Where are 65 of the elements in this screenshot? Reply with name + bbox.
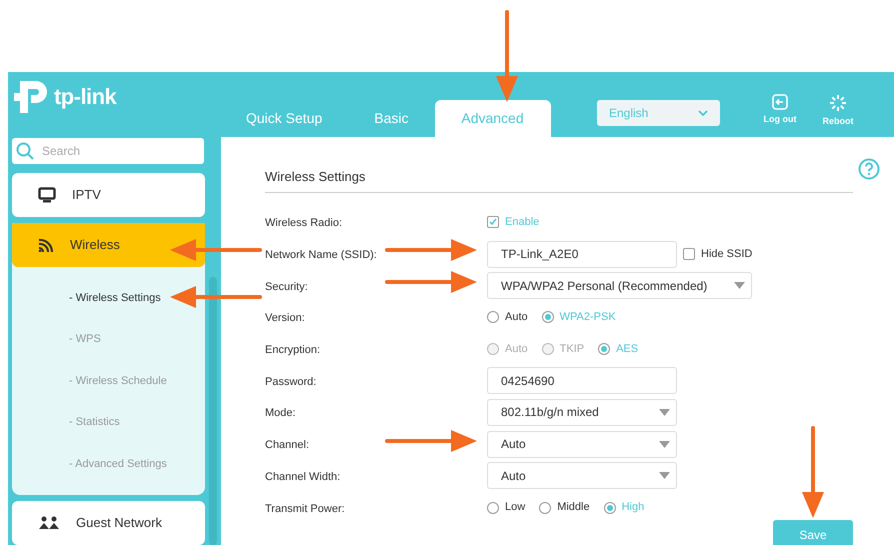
caret-icon bbox=[734, 282, 745, 290]
sidebar-item[interactable]: IPTV bbox=[12, 173, 205, 217]
sidebar-item[interactable]: Wireless bbox=[12, 223, 205, 267]
radio-label: TKIP bbox=[560, 342, 584, 357]
field-label: Encryption: bbox=[265, 344, 320, 356]
submenu-item[interactable]: - Wireless Schedule bbox=[12, 360, 205, 402]
field-label: Wireless Radio: bbox=[265, 217, 342, 230]
field-label: Password: bbox=[265, 376, 316, 388]
radio-label: Middle bbox=[557, 500, 590, 516]
radio-button[interactable] bbox=[604, 502, 616, 514]
dropdown[interactable]: 802.11b/g/n mixed bbox=[487, 398, 677, 426]
submenu-item[interactable]: - Wireless Settings bbox=[12, 277, 205, 319]
field-label: Transmit Power: bbox=[265, 502, 345, 515]
section-title: Wireless Settings bbox=[265, 167, 853, 192]
radio-button[interactable] bbox=[542, 311, 554, 324]
radio-label: High bbox=[622, 500, 644, 516]
people-icon bbox=[38, 516, 60, 530]
dropdown[interactable]: WPA/WPA2 Personal (Recommended) bbox=[487, 272, 752, 300]
radio-label: AES bbox=[616, 342, 638, 357]
wifi-icon bbox=[38, 238, 54, 252]
radio-label: WPA2-PSK bbox=[560, 310, 616, 326]
monitor-icon bbox=[38, 187, 56, 203]
save-button[interactable]: Save bbox=[773, 520, 853, 545]
sidebar-item[interactable]: Guest Network bbox=[12, 500, 205, 545]
nav-tab[interactable]: Advanced bbox=[434, 100, 550, 137]
radio-button[interactable] bbox=[487, 311, 499, 324]
help-icon[interactable] bbox=[858, 158, 880, 180]
nav-tab[interactable]: Basic bbox=[348, 100, 434, 137]
submenu-item[interactable]: - Advanced Settings bbox=[12, 443, 205, 485]
logout-button[interactable]: Log out bbox=[760, 94, 800, 128]
logout-icon bbox=[772, 94, 788, 110]
nav-tab[interactable]: Quick Setup bbox=[220, 100, 348, 137]
radio-label: Auto bbox=[505, 310, 528, 326]
submenu-item[interactable]: - WPS bbox=[12, 318, 205, 360]
radio-label: Low bbox=[505, 500, 526, 516]
dropdown[interactable]: Auto bbox=[487, 462, 677, 490]
field-label: Mode: bbox=[265, 407, 296, 420]
caret-icon bbox=[659, 472, 670, 480]
field-label: Channel Width: bbox=[265, 470, 340, 483]
checkbox[interactable] bbox=[683, 248, 695, 260]
search-field[interactable]: Search bbox=[12, 138, 204, 164]
text-field[interactable]: 04254690 bbox=[487, 367, 677, 394]
checkbox[interactable] bbox=[487, 216, 499, 228]
reboot-button[interactable]: Reboot bbox=[818, 94, 858, 128]
language-dropdown[interactable]: English bbox=[597, 100, 720, 126]
submenu-item[interactable]: - Statistics bbox=[12, 402, 205, 444]
checkbox-label: Enable bbox=[505, 215, 540, 230]
caret-icon bbox=[659, 408, 670, 416]
search-icon bbox=[16, 142, 34, 160]
field-label: Version: bbox=[265, 312, 305, 324]
field-label: Network Name (SSID): bbox=[265, 249, 377, 262]
spinner-icon bbox=[829, 94, 847, 112]
chevron-icon bbox=[698, 110, 708, 116]
radio-button[interactable] bbox=[598, 343, 610, 356]
field-label: Security: bbox=[265, 280, 308, 293]
radio-label: Auto bbox=[505, 342, 528, 357]
logo-icon bbox=[14, 78, 50, 116]
logo-text: tp-link bbox=[54, 86, 116, 108]
dropdown[interactable]: Auto bbox=[487, 430, 677, 458]
checkbox-label: Hide SSID bbox=[701, 246, 752, 262]
radio-button[interactable] bbox=[539, 502, 552, 514]
field-label: Channel: bbox=[265, 439, 310, 452]
radio-button[interactable] bbox=[487, 502, 499, 514]
text-field[interactable]: TP-Link_A2E0 bbox=[487, 240, 677, 268]
caret-icon bbox=[659, 440, 670, 448]
